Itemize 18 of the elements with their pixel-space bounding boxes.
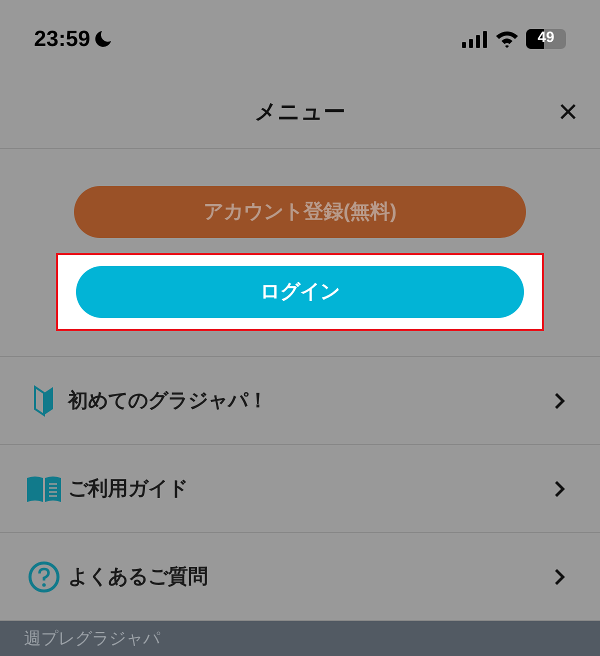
chevron-right-icon <box>554 568 566 586</box>
beginner-mark-icon <box>33 384 55 416</box>
chevron-right-icon <box>554 392 566 410</box>
menu-item-label: 初めてのグラジャパ！ <box>68 388 268 414</box>
menu-item-label: よくあるご質問 <box>68 564 208 590</box>
wifi-icon <box>495 30 519 48</box>
question-icon <box>28 560 60 592</box>
menu-item[interactable]: ご利用ガイド <box>0 445 600 533</box>
close-button[interactable]: × <box>558 94 578 128</box>
open-book-icon <box>26 474 62 502</box>
moon-icon <box>94 30 112 48</box>
footer-label: 週プレグラジャパ <box>24 628 160 650</box>
status-time: 23:59 <box>34 25 90 53</box>
menu-item-label: ご利用ガイド <box>68 476 188 502</box>
menu-item[interactable]: 初めてのグラジャパ！ <box>0 357 600 445</box>
signal-icon <box>462 30 488 48</box>
menu-title: メニュー <box>254 98 346 126</box>
chevron-right-icon <box>554 480 566 498</box>
